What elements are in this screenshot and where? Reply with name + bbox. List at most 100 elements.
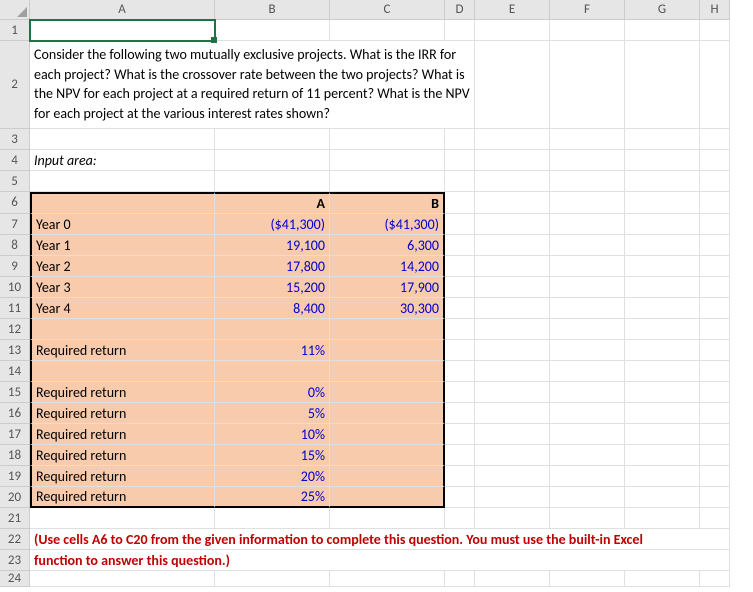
cell-F15[interactable] bbox=[550, 382, 625, 403]
cell-E17[interactable] bbox=[475, 424, 550, 445]
cell-G12[interactable] bbox=[625, 319, 700, 340]
cell-H12[interactable] bbox=[700, 319, 730, 340]
cell-B18[interactable]: 15% bbox=[215, 445, 330, 466]
cell-G24[interactable] bbox=[625, 571, 700, 587]
cell-G21[interactable] bbox=[625, 508, 700, 529]
cell-E1[interactable] bbox=[475, 20, 550, 41]
cell-C9[interactable]: 14,200 bbox=[330, 256, 445, 277]
row-header-1[interactable]: 1 bbox=[0, 20, 30, 41]
instruction-note-2[interactable]: function to answer this question.) bbox=[30, 550, 730, 571]
col-header-D[interactable]: D bbox=[445, 0, 475, 20]
cell-F6[interactable] bbox=[550, 192, 625, 214]
cell-E2[interactable] bbox=[475, 41, 550, 129]
cell-H7[interactable] bbox=[700, 214, 730, 235]
cell-H16[interactable] bbox=[700, 403, 730, 424]
cell-G11[interactable] bbox=[625, 298, 700, 319]
row-header-2[interactable]: 2 bbox=[0, 41, 30, 129]
row-header-22[interactable]: 22 bbox=[0, 529, 30, 550]
cell-G3[interactable] bbox=[625, 129, 700, 150]
col-header-G[interactable]: G bbox=[625, 0, 700, 20]
cell-C4[interactable] bbox=[330, 150, 445, 171]
cell-H2[interactable] bbox=[700, 41, 730, 129]
cell-B1[interactable] bbox=[215, 20, 330, 41]
cell-E15[interactable] bbox=[475, 382, 550, 403]
cell-B19[interactable]: 20% bbox=[215, 466, 330, 487]
cell-H8[interactable] bbox=[700, 235, 730, 256]
cell-B8[interactable]: 19,100 bbox=[215, 235, 330, 256]
cell-A15[interactable]: Required return bbox=[30, 382, 215, 403]
cell-D12[interactable] bbox=[445, 319, 475, 340]
cell-G9[interactable] bbox=[625, 256, 700, 277]
cell-A11[interactable]: Year 4 bbox=[30, 298, 215, 319]
cell-A9[interactable]: Year 2 bbox=[30, 256, 215, 277]
instruction-note-1[interactable]: (Use cells A6 to C20 from the given info… bbox=[30, 529, 730, 550]
cell-B3[interactable] bbox=[215, 129, 330, 150]
cell-H24[interactable] bbox=[700, 571, 730, 587]
cell-A12[interactable] bbox=[30, 319, 215, 340]
row-header-9[interactable]: 9 bbox=[0, 256, 30, 277]
cell-E7[interactable] bbox=[475, 214, 550, 235]
cell-G10[interactable] bbox=[625, 277, 700, 298]
cell-D3[interactable] bbox=[445, 129, 475, 150]
cell-C8[interactable]: 6,300 bbox=[330, 235, 445, 256]
cell-C16[interactable] bbox=[330, 403, 445, 424]
cell-F19[interactable] bbox=[550, 466, 625, 487]
cell-C5[interactable] bbox=[330, 171, 445, 192]
cell-F7[interactable] bbox=[550, 214, 625, 235]
cell-A17[interactable]: Required return bbox=[30, 424, 215, 445]
cell-E5[interactable] bbox=[475, 171, 550, 192]
cell-C18[interactable] bbox=[330, 445, 445, 466]
row-header-16[interactable]: 16 bbox=[0, 403, 30, 424]
cell-G17[interactable] bbox=[625, 424, 700, 445]
cell-D6[interactable] bbox=[445, 192, 475, 214]
cell-H18[interactable] bbox=[700, 445, 730, 466]
select-all-corner[interactable] bbox=[0, 0, 30, 20]
cell-F12[interactable] bbox=[550, 319, 625, 340]
row-header-13[interactable]: 13 bbox=[0, 340, 30, 361]
cell-A3[interactable] bbox=[30, 129, 215, 150]
cell-G8[interactable] bbox=[625, 235, 700, 256]
cell-D4[interactable] bbox=[445, 150, 475, 171]
cell-G20[interactable] bbox=[625, 487, 700, 508]
cell-D8[interactable] bbox=[445, 235, 475, 256]
cell-E18[interactable] bbox=[475, 445, 550, 466]
cell-H11[interactable] bbox=[700, 298, 730, 319]
cell-F20[interactable] bbox=[550, 487, 625, 508]
row-header-3[interactable]: 3 bbox=[0, 129, 30, 150]
cell-D17[interactable] bbox=[445, 424, 475, 445]
cell-F1[interactable] bbox=[550, 20, 625, 41]
cell-A21[interactable] bbox=[30, 508, 215, 529]
cell-B16[interactable]: 5% bbox=[215, 403, 330, 424]
cell-F17[interactable] bbox=[550, 424, 625, 445]
cell-H5[interactable] bbox=[700, 171, 730, 192]
row-header-20[interactable]: 20 bbox=[0, 487, 30, 508]
cell-A7[interactable]: Year 0 bbox=[30, 214, 215, 235]
cell-H1[interactable] bbox=[700, 20, 730, 41]
cell-B4[interactable] bbox=[215, 150, 330, 171]
cell-F13[interactable] bbox=[550, 340, 625, 361]
cell-A13[interactable]: Required return bbox=[30, 340, 215, 361]
cell-B14[interactable] bbox=[215, 361, 330, 382]
cell-C11[interactable]: 30,300 bbox=[330, 298, 445, 319]
cell-D21[interactable] bbox=[445, 508, 475, 529]
cell-B9[interactable]: 17,800 bbox=[215, 256, 330, 277]
col-header-C[interactable]: C bbox=[330, 0, 445, 20]
cell-C3[interactable] bbox=[330, 129, 445, 150]
input-area-label[interactable]: Input area: bbox=[30, 150, 215, 171]
cell-F24[interactable] bbox=[550, 571, 625, 587]
cell-A19[interactable]: Required return bbox=[30, 466, 215, 487]
cell-E14[interactable] bbox=[475, 361, 550, 382]
cell-G5[interactable] bbox=[625, 171, 700, 192]
cell-G2[interactable] bbox=[625, 41, 700, 129]
cell-D24[interactable] bbox=[445, 571, 475, 587]
cell-G7[interactable] bbox=[625, 214, 700, 235]
cell-F9[interactable] bbox=[550, 256, 625, 277]
cell-C17[interactable] bbox=[330, 424, 445, 445]
cell-B6[interactable]: A bbox=[215, 192, 330, 214]
cell-H20[interactable] bbox=[700, 487, 730, 508]
cell-C24[interactable] bbox=[330, 571, 445, 587]
cell-C12[interactable] bbox=[330, 319, 445, 340]
row-header-6[interactable]: 6 bbox=[0, 192, 30, 214]
col-header-F[interactable]: F bbox=[550, 0, 625, 20]
cell-E24[interactable] bbox=[475, 571, 550, 587]
